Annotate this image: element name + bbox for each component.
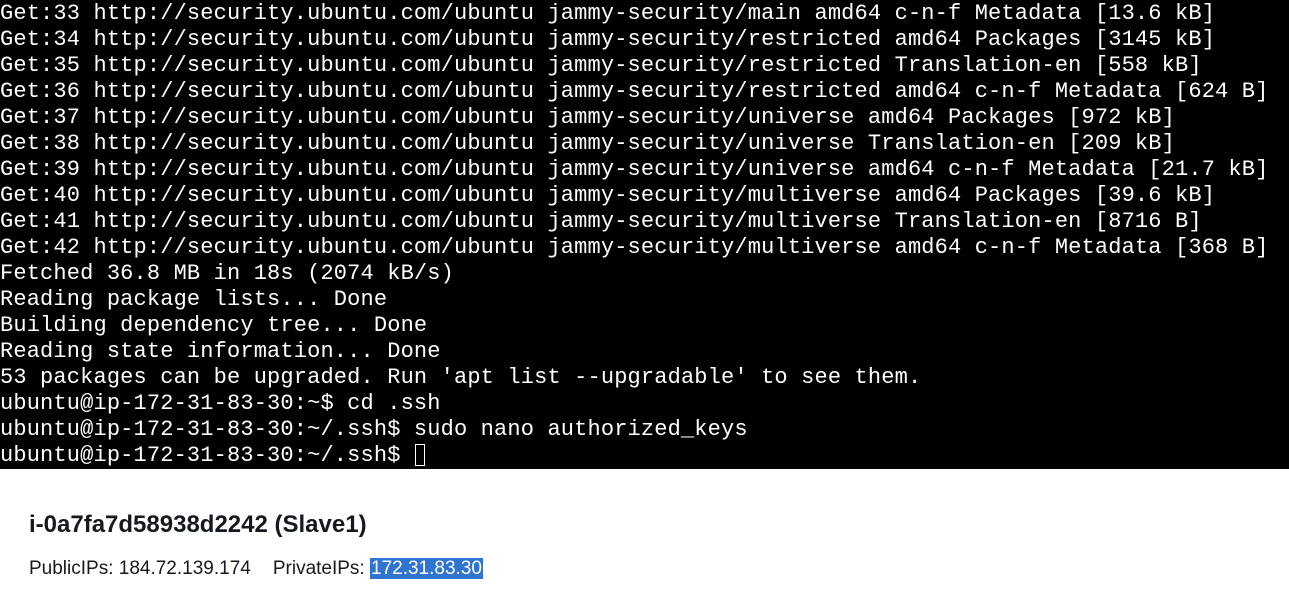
terminal-line: Get:39 http://security.ubuntu.com/ubuntu… [0,157,1269,182]
terminal-line: 53 packages can be upgraded. Run 'apt li… [0,365,922,390]
instance-title: i-0a7fa7d58938d2242 (Slave1) [29,511,367,538]
terminal-line: Get:41 http://security.ubuntu.com/ubuntu… [0,209,1202,234]
terminal-line: Building dependency tree... Done [0,313,428,338]
public-ip-value[interactable]: 184.72.139.174 [119,558,251,579]
terminal-line: Reading package lists... Done [0,287,388,312]
terminal-line: Get:38 http://security.ubuntu.com/ubuntu… [0,131,1175,156]
terminal-line: ubuntu@ip-172-31-83-30:~/.ssh$ sudo nano… [0,417,748,442]
terminal-line: Get:36 http://security.ubuntu.com/ubuntu… [0,79,1269,104]
terminal-output: Get:33 http://security.ubuntu.com/ubuntu… [0,0,1289,469]
terminal-prompt: ubuntu@ip-172-31-83-30:~/.ssh$ [0,443,401,468]
terminal-line: Get:40 http://security.ubuntu.com/ubuntu… [0,183,1216,208]
terminal-line: Get:35 http://security.ubuntu.com/ubuntu… [0,53,1202,78]
terminal-prompt-line[interactable]: ubuntu@ip-172-31-83-30:~/.ssh$ [0,443,1289,469]
private-ip-value[interactable]: 172.31.83.30 [370,558,483,579]
public-ips-label: PublicIPs: [29,558,114,579]
terminal-line: Get:42 http://security.ubuntu.com/ubuntu… [0,235,1269,260]
instance-ip-row: PublicIPs: 184.72.139.174 PrivateIPs: 172… [29,556,483,582]
terminal-line: Get:33 http://security.ubuntu.com/ubuntu… [0,1,1216,26]
terminal-line: Reading state information... Done [0,339,441,364]
instance-info-panel: i-0a7fa7d58938d2242 (Slave1) PublicIPs: … [0,469,1289,591]
terminal-line: Fetched 36.8 MB in 18s (2074 kB/s) [0,261,454,286]
terminal-window[interactable]: Get:33 http://security.ubuntu.com/ubuntu… [0,0,1289,469]
terminal-cursor [414,444,425,466]
private-ips-label: PrivateIPs: [272,558,365,579]
terminal-line: Get:34 http://security.ubuntu.com/ubuntu… [0,27,1216,52]
terminal-line: ubuntu@ip-172-31-83-30:~$ cd .ssh [0,391,441,416]
terminal-line: Get:37 http://security.ubuntu.com/ubuntu… [0,105,1175,130]
